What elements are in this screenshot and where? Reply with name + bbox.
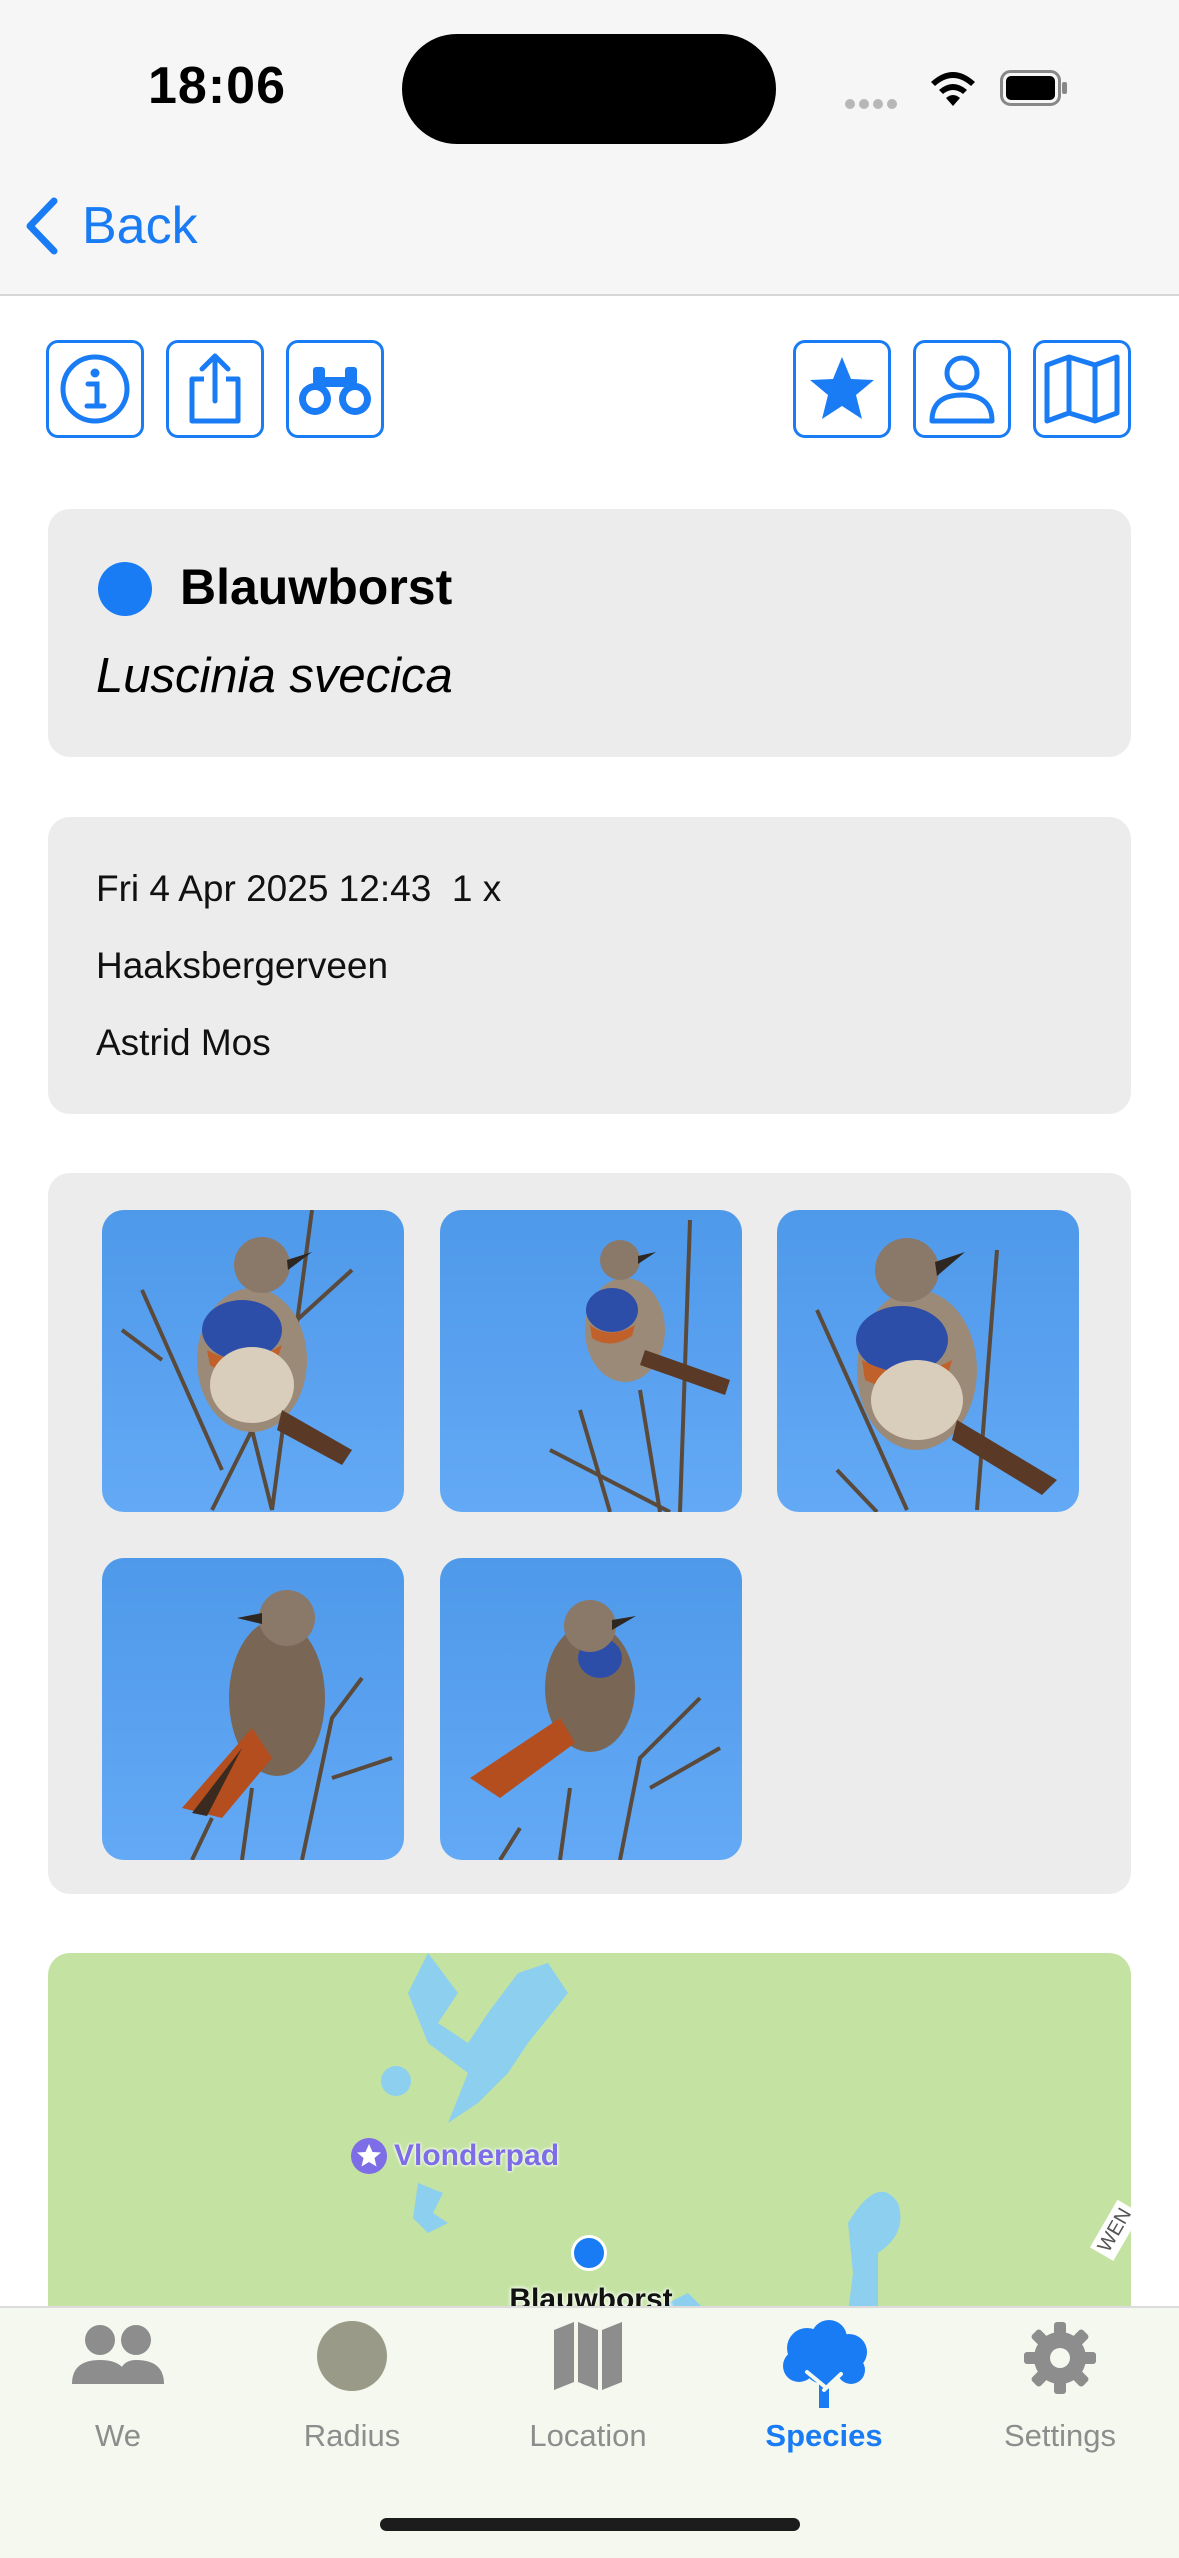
status-time: 18:06 bbox=[148, 57, 286, 115]
bluethroat-photo-3[interactable] bbox=[777, 1210, 1079, 1512]
person-icon bbox=[929, 355, 995, 424]
map-icon bbox=[554, 2322, 622, 2390]
tab-radius[interactable]: Radius bbox=[252, 2320, 452, 2460]
map-icon bbox=[1044, 354, 1120, 424]
star-icon bbox=[810, 357, 874, 419]
tab-settings[interactable]: Settings bbox=[960, 2320, 1160, 2460]
bird-image bbox=[102, 1558, 404, 1860]
tab-species[interactable]: Species bbox=[724, 2320, 924, 2460]
tab-label: Location bbox=[529, 2418, 647, 2453]
map-poi-vlonderpad[interactable]: Vlonderpad bbox=[350, 2137, 559, 2175]
species-color-dot bbox=[98, 562, 152, 616]
back-label: Back bbox=[82, 197, 198, 255]
bird-image bbox=[440, 1210, 742, 1512]
home-indicator bbox=[380, 2518, 800, 2531]
battery-icon bbox=[1000, 70, 1067, 106]
tab-label: Species bbox=[765, 2418, 883, 2453]
share-icon bbox=[189, 353, 241, 424]
bird-image bbox=[777, 1210, 1079, 1512]
species-scientific-name: Luscinia svecica bbox=[96, 649, 453, 703]
wifi-icon bbox=[931, 72, 975, 106]
favorite-button[interactable] bbox=[793, 340, 891, 438]
bluethroat-photo-4[interactable] bbox=[102, 1558, 404, 1860]
bird-image bbox=[440, 1558, 742, 1860]
observation-count: 1 x bbox=[451, 868, 502, 909]
observation-observer: Astrid Mos bbox=[96, 1022, 271, 1063]
tab-we[interactable]: We bbox=[18, 2320, 218, 2460]
map-poi-label: Vlonderpad bbox=[394, 2139, 560, 2172]
gear-icon bbox=[1024, 2322, 1096, 2394]
back-button[interactable]: Back bbox=[24, 196, 198, 256]
people-icon bbox=[72, 2325, 164, 2384]
poi-star-icon bbox=[351, 2138, 387, 2174]
bluethroat-photo-5[interactable] bbox=[440, 1558, 742, 1860]
chevron-left-icon bbox=[26, 197, 58, 255]
tab-label: Settings bbox=[1003, 2418, 1116, 2453]
observation-datetime: Fri 4 Apr 2025 12:43 bbox=[96, 868, 432, 909]
bird-image bbox=[102, 1210, 404, 1512]
share-button[interactable] bbox=[166, 340, 264, 438]
species-card bbox=[48, 509, 1131, 757]
observation-location: Haaksbergerveen bbox=[96, 945, 389, 986]
info-button[interactable] bbox=[46, 340, 144, 438]
observer-button[interactable] bbox=[913, 340, 1011, 438]
observation-datetime-row: Fri 4 Apr 2025 12:43 1 x bbox=[96, 868, 501, 910]
circle-icon bbox=[317, 2321, 387, 2391]
observation-marker[interactable] bbox=[571, 2235, 607, 2271]
binoculars-icon bbox=[299, 367, 371, 415]
bluethroat-photo-1[interactable] bbox=[102, 1210, 404, 1512]
tab-location[interactable]: Location bbox=[488, 2320, 688, 2460]
bluethroat-photo-2[interactable] bbox=[440, 1210, 742, 1512]
observation-map[interactable]: Vlonderpad Blauwborst WEN bbox=[48, 1953, 1131, 2313]
map-button[interactable] bbox=[1033, 340, 1131, 438]
species-common-name: Blauwborst bbox=[180, 559, 453, 615]
tab-label: Radius bbox=[303, 2418, 401, 2453]
tree-icon bbox=[783, 2320, 867, 2408]
dynamic-island bbox=[402, 34, 776, 144]
cellular-signal-icon bbox=[845, 96, 905, 109]
binoculars-button[interactable] bbox=[286, 340, 384, 438]
info-icon bbox=[60, 354, 130, 424]
tab-label: We bbox=[95, 2418, 141, 2453]
